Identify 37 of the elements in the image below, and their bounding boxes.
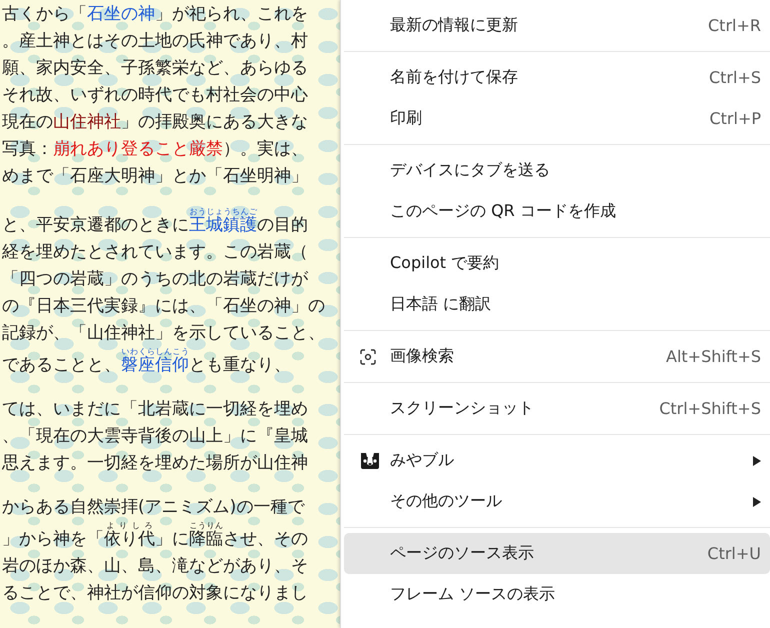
menu-item[interactable]: フレーム ソースの表示	[344, 574, 770, 615]
image-search-icon	[360, 348, 376, 364]
article-text-line: 。産土神とはその土地の氏神であり、村	[2, 30, 309, 53]
article-text-line: 願、家内安全、子孫繁栄など、あらゆる	[2, 57, 309, 80]
menu-item[interactable]: 画像検索 Alt+Shift+S	[344, 336, 770, 377]
article-text-line: 古くから「石坐の神」が祀られ、これを	[2, 3, 309, 26]
article-text-line: 思えます。一切経を埋めた場所が山住神	[2, 452, 309, 475]
menu-item[interactable]: ページのソース表示 Ctrl+U	[344, 533, 770, 574]
menu-item[interactable]: 名前を付けて保存 Ctrl+S	[344, 57, 770, 98]
article-text-line: の『日本三代実録』には、「石坐の神」の	[2, 295, 326, 318]
menu-item[interactable]: デバイスにタブを送る	[344, 150, 770, 191]
submenu-arrow-icon	[753, 496, 761, 506]
article-text-line: 「四つの岩蔵」のうちの北の岩蔵だけが	[2, 268, 309, 291]
menu-item[interactable]: その他のツール	[344, 481, 770, 522]
menu-item[interactable]: Copilot で要約	[344, 243, 770, 284]
article-text-line: 」から神を「依り代 よりしろ 」に降臨 こうりん させ、その	[2, 521, 309, 551]
article-text-line: それ故、いずれの時代でも村社会の中心	[2, 84, 309, 107]
menu-item[interactable]: 最新の情報に更新 Ctrl+R	[344, 5, 770, 46]
article-text-line: 記録が、「山住神社」を示していること、	[2, 322, 326, 345]
article-text-line: 、「現在の大雲寺背後の山上」に『皇城	[2, 425, 309, 448]
article-text-line: 写真：崩れあり登ること厳禁）。実は、	[2, 138, 309, 161]
article-text-line: からある自然崇拝(アニミズム)の一種で	[2, 496, 306, 519]
menu-item[interactable]: 印刷 Ctrl+P	[344, 98, 770, 139]
menu-item[interactable]: みやブル	[344, 440, 770, 481]
article-text-line: ることで、神社が信仰の対象になりまし	[2, 582, 309, 605]
article-text-line: と、平安京遷都のときに王城鎮護 おうじょうちんご の目的	[2, 207, 309, 237]
article-text-line: 現在の山住神社」の拝殿奥にある大きな	[2, 111, 309, 134]
submenu-arrow-icon	[753, 456, 761, 466]
dog-face-icon	[360, 452, 380, 470]
article-text-line: であることと、磐座信仰 いわくらしんこう とも重なり、	[2, 347, 292, 377]
menu-item[interactable]: このページの QR コードを作成	[344, 191, 770, 232]
article-text-line: 経を埋めたとされています。この岩蔵（	[2, 241, 309, 264]
menu-item[interactable]: 日本語 に翻訳	[344, 284, 770, 325]
article-text-line: ては、いまだに「北岩蔵に一切経を埋め	[2, 398, 309, 421]
article-text-line: めまで「石座大明神」とか「石坐明神」	[2, 165, 309, 188]
menu-item[interactable]: スクリーンショット Ctrl+Shift+S	[344, 388, 770, 429]
article-text-line: 岩のほか森、山、島、滝などがあり、そ	[2, 555, 309, 578]
